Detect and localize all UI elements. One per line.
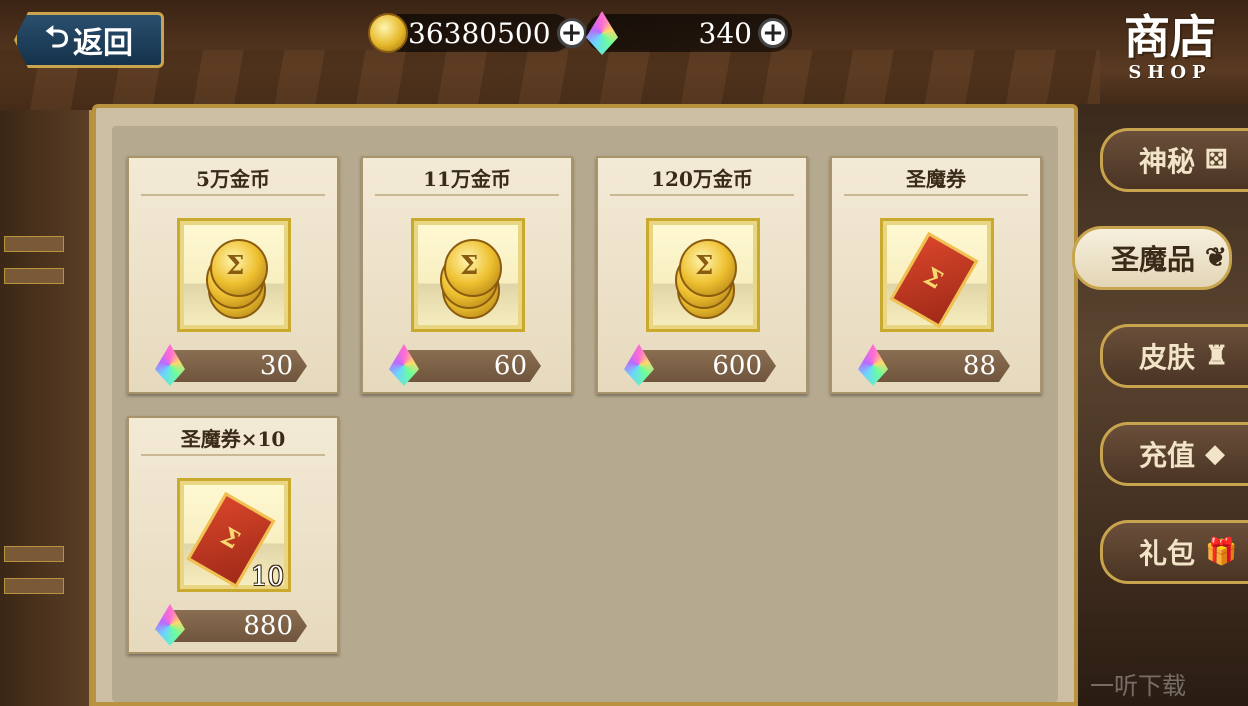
back-label: 返回 xyxy=(73,26,134,61)
add-gem-button[interactable]: + xyxy=(758,18,788,48)
wall-plaque xyxy=(4,578,64,594)
gem-amount: 340 xyxy=(698,16,752,50)
gold-coins-icon: Σ xyxy=(177,218,291,332)
tab-holy-demon-goods[interactable]: 圣魔品 ❦ xyxy=(1072,226,1232,290)
item-title: 5万金币 xyxy=(141,164,325,196)
item-quantity-badge: 10 xyxy=(251,562,285,592)
item-price: 88 xyxy=(872,350,1010,382)
leaf-icon: ❦ xyxy=(1205,243,1227,273)
tab-label: 充值 xyxy=(1139,439,1196,472)
shop-title-en: SHOP xyxy=(1128,62,1212,83)
shop-item-card[interactable]: 5万金币 Σ 30 xyxy=(127,156,339,394)
item-title: 120万金币 xyxy=(610,164,794,196)
wall-plaque xyxy=(4,268,64,284)
gold-currency-display: 36380500 + xyxy=(368,13,587,53)
tab-label: 礼包 xyxy=(1139,537,1196,570)
item-price: 60 xyxy=(403,350,541,382)
tab-skins[interactable]: 皮肤 ♜ xyxy=(1100,324,1248,388)
shop-item-card[interactable]: 圣魔券 Σ 88 xyxy=(830,156,1042,394)
item-title: 11万金币 xyxy=(375,164,559,196)
shop-item-card[interactable]: 11万金币 Σ 60 xyxy=(361,156,573,394)
shop-title-cn: 商店 xyxy=(1124,10,1216,64)
gold-coins-icon: Σ xyxy=(646,218,760,332)
back-button[interactable]: ⮌ 返回 xyxy=(14,12,164,68)
item-price: 30 xyxy=(169,350,307,382)
wall-plaque xyxy=(4,546,64,562)
shop-item-card[interactable]: 120万金币 Σ 600 xyxy=(596,156,808,394)
gift-icon: 🎁 xyxy=(1205,537,1238,567)
tab-label: 圣魔品 xyxy=(1111,243,1196,276)
gold-amount: 36380500 xyxy=(408,16,551,50)
item-price: 880 xyxy=(169,610,307,642)
ceiling-beams xyxy=(0,50,1100,110)
shop-item-card[interactable]: 圣魔券×10 Σ 10 880 xyxy=(127,416,339,654)
gem-currency-display: 340 + xyxy=(586,11,792,55)
gem-icon: ◆ xyxy=(1205,439,1226,469)
tab-label: 神秘 xyxy=(1139,145,1196,178)
return-arrow-icon: ⮌ xyxy=(44,19,70,55)
tab-mystery[interactable]: 神秘 ⚄ xyxy=(1100,128,1248,192)
shirt-icon: ♜ xyxy=(1205,341,1229,371)
wall-plaque xyxy=(4,236,64,252)
add-gold-button[interactable]: + xyxy=(556,18,587,48)
watermark: 一听下载 xyxy=(1090,672,1186,700)
gold-coin-icon xyxy=(368,13,408,53)
right-tab-background xyxy=(1078,104,1248,706)
tab-recharge[interactable]: 充值 ◆ xyxy=(1100,422,1248,486)
holy-demon-ticket-icon: Σ xyxy=(880,218,994,332)
item-title: 圣魔券×10 xyxy=(141,424,325,456)
tab-label: 皮肤 xyxy=(1139,341,1196,374)
left-wall-decoration xyxy=(0,110,92,706)
gold-coins-icon: Σ xyxy=(411,218,525,332)
tab-gift-packs[interactable]: 礼包 🎁 xyxy=(1100,520,1248,584)
item-title: 圣魔券 xyxy=(844,164,1028,196)
dice-icon: ⚄ xyxy=(1205,145,1228,175)
item-price: 600 xyxy=(638,350,776,382)
shop-title: 商店 SHOP xyxy=(1110,12,1230,92)
